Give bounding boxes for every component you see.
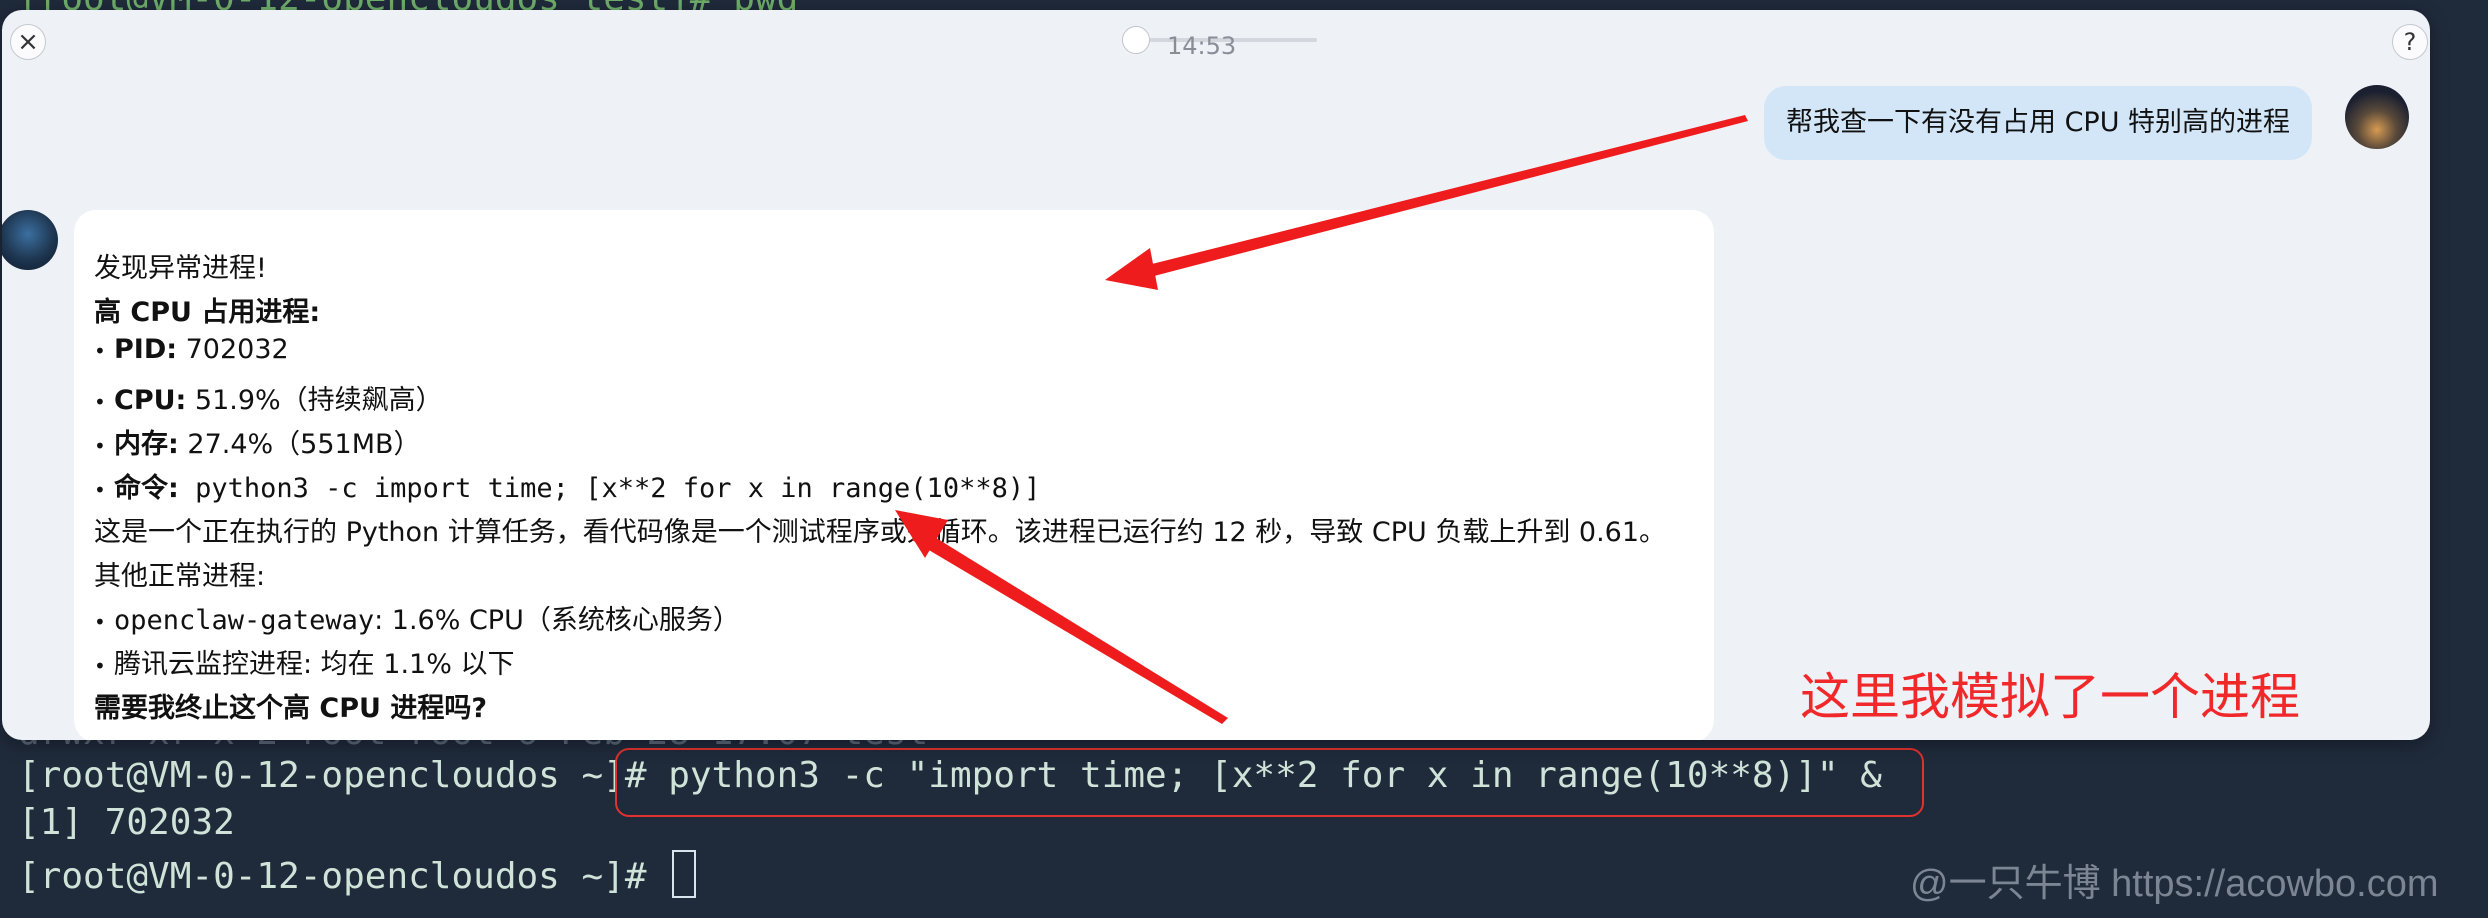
message-heading: 高 CPU 占用进程: — [94, 297, 321, 328]
message-line: 发现异常进程! — [94, 253, 267, 284]
close-icon[interactable]: × — [10, 24, 46, 60]
message-question: 需要我终止这个高 CPU 进程吗? — [94, 693, 487, 724]
terminal-prompt: [root@VM-0-12-opencloudos ~]# — [18, 856, 669, 897]
bullet-icon: • — [94, 434, 106, 458]
timer-label: 14:53 — [1167, 32, 1237, 60]
list-item-monitor: • 腾讯云监控进程: 均在 1.1% 以下 — [94, 649, 515, 680]
list-item-memory: • 内存: 27.4%（551MB） — [94, 429, 421, 460]
bullet-icon: • — [94, 339, 106, 363]
watermark: @一只牛博 https://acowbo.com — [1910, 863, 2439, 905]
list-item-cpu: • CPU: 51.9%（持续飙高） — [94, 385, 443, 416]
bullet-icon: • — [94, 654, 106, 678]
list-item-command: • 命令: python3 -c import time; [x**2 for x… — [94, 473, 1041, 504]
bullet-icon: • — [94, 390, 106, 414]
terminal-cursor — [672, 850, 697, 898]
bullet-icon: • — [94, 610, 106, 634]
message-explanation: 这是一个正在执行的 Python 计算任务，看代码像是一个测试程序或死循环。该进… — [94, 517, 1667, 548]
terminal-job-line: [1] 702032 — [18, 802, 235, 843]
timer-knob[interactable] — [1122, 26, 1150, 54]
audio-timer[interactable]: 14:53 — [1122, 22, 1322, 60]
bot-message-bubble: 发现异常进程! 高 CPU 占用进程: • PID: 702032 • CPU: 5… — [74, 210, 1714, 740]
bullet-icon: • — [94, 478, 106, 502]
user-message-bubble: 帮我查一下有没有占用 CPU 特别高的进程 — [1764, 86, 2313, 160]
annotation-label: 这里我模拟了一个进程 — [1800, 668, 2300, 726]
list-item-gateway: • openclaw-gateway: 1.6% CPU（系统核心服务） — [94, 605, 740, 636]
help-icon[interactable]: ? — [2392, 24, 2428, 60]
bot-avatar — [2, 210, 58, 270]
list-item-pid: • PID: 702032 — [94, 334, 289, 365]
terminal-prompt: [root@VM-0-12-opencloudos ~]# — [18, 755, 669, 796]
chat-window: × 14:53 ? 帮我查一下有没有占用 CPU 特别高的进程 发现异常进程! … — [2, 10, 2430, 740]
message-subheading: 其他正常进程: — [94, 561, 266, 592]
user-avatar — [2345, 85, 2409, 149]
terminal-prompt-line[interactable]: [root@VM-0-12-opencloudos ~]# — [18, 850, 697, 898]
command-highlight-box — [615, 748, 1924, 817]
